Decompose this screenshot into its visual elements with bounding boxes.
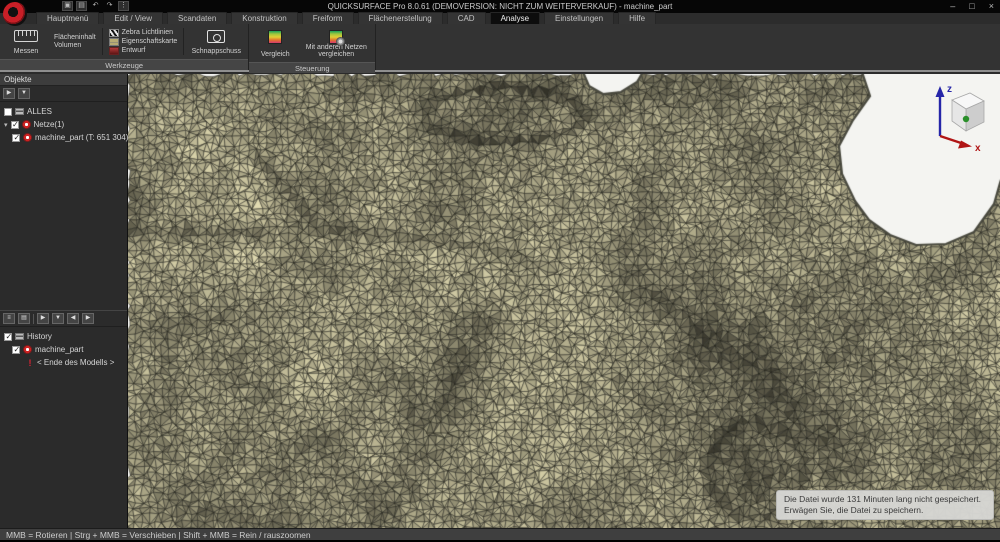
objects-tree: ALLES Netze(1) machine_part (T: 651 304) — [0, 102, 127, 144]
eigenschaftskarte-label: Eigenschaftskarte — [122, 38, 178, 45]
model-end-label: < Ende des Modells > — [37, 358, 114, 367]
history-item-model-end[interactable]: < Ende des Modells > — [0, 356, 127, 369]
z-axis-label: z — [947, 84, 952, 95]
mouse-hints-text: MMB = Rotieren | Strg + MMB = Verschiebe… — [6, 530, 311, 540]
history-machine-part-checkbox[interactable] — [12, 346, 20, 354]
status-bar: MMB = Rotieren | Strg + MMB = Verschiebe… — [0, 528, 1000, 542]
zebra-stripes-icon — [109, 29, 119, 37]
objects-panel-title: Objekte — [0, 74, 127, 86]
messen-button[interactable]: Messen — [3, 26, 49, 57]
more-options-icon[interactable] — [118, 1, 129, 11]
flaecheninhalt-label: Flächeninhalt — [54, 34, 96, 41]
run-icon[interactable] — [3, 88, 15, 99]
list-view-icon[interactable] — [3, 313, 15, 324]
open-icon[interactable] — [76, 1, 87, 11]
notification-line2: Erwägen Sie, die Datei zu speichern. — [784, 505, 986, 516]
tree-item-machine-part[interactable]: machine_part (T: 651 304) — [0, 131, 127, 144]
mit-anderen-netzen-vergleichen-button[interactable]: Mit anderen Netzen vergleichen — [300, 26, 372, 60]
entwurf-button[interactable]: Entwurf — [108, 47, 179, 55]
mesh-canvas[interactable] — [128, 74, 1000, 528]
camera-icon — [207, 30, 225, 43]
model-end-marker-icon — [26, 358, 34, 368]
filter-icon[interactable] — [18, 88, 30, 99]
chevron-down-icon[interactable] — [4, 120, 8, 129]
draft-icon — [109, 47, 119, 55]
left-sidebar: Objekte ALLES Netze(1) — [0, 74, 128, 528]
skip-to-start-icon[interactable] — [67, 313, 79, 324]
notification-line1: Die Datei wurde 131 Minuten lang nicht g… — [784, 494, 986, 505]
skip-to-end-icon[interactable] — [82, 313, 94, 324]
alles-checkbox[interactable] — [4, 108, 12, 116]
compare-gradient-icon — [268, 30, 282, 44]
history-panel-toolbar — [0, 311, 127, 327]
history-machine-part-label: machine_part — [35, 345, 83, 354]
history-filter-icon[interactable] — [52, 313, 64, 324]
group-label-steuerung: Steuerung — [249, 62, 375, 73]
schnappschuss-button[interactable]: Schnappschuss — [187, 26, 245, 57]
redo-icon[interactable] — [104, 1, 115, 11]
close-button[interactable]: × — [989, 1, 994, 11]
objects-panel: Objekte ALLES Netze(1) — [0, 74, 127, 310]
3d-viewport[interactable]: z x Die Datei wurde 131 Minuten lang nic… — [128, 74, 1000, 528]
ruler-icon — [14, 30, 38, 42]
history-root[interactable]: History — [0, 330, 127, 343]
window-title: QUICKSURFACE Pro 8.0.61 (DEMOVERSION: NI… — [0, 2, 1000, 11]
machine-part-label: machine_part (T: 651 304) — [35, 133, 128, 142]
zebra-label: Zebra Lichtlinien — [122, 29, 173, 36]
ribbon-toolbar: Messen Flächeninhalt Volumen Zebra Licht… — [0, 24, 1000, 72]
replay-icon[interactable] — [37, 313, 49, 324]
mesh-gear-icon — [22, 120, 31, 129]
quick-access-toolbar — [62, 1, 129, 11]
maximize-button[interactable]: □ — [969, 1, 974, 11]
compare-meshes-gradient-gear-icon — [329, 30, 343, 44]
volumen-label: Volumen — [54, 42, 81, 49]
window-controls: – □ × — [950, 1, 994, 11]
mesh-gear-icon — [23, 133, 32, 142]
objects-panel-toolbar — [0, 86, 127, 102]
ribbon-group-steuerung: Vergleich Mit anderen Netzen vergleichen… — [249, 24, 376, 70]
mesh-gear-icon — [23, 345, 32, 354]
schnappschuss-label: Schnappschuss — [192, 48, 241, 55]
property-map-icon — [109, 38, 119, 46]
layers-icon — [15, 108, 24, 115]
mit-anderen-label: Mit anderen Netzen vergleichen — [302, 44, 370, 58]
vergleich-label: Vergleich — [261, 51, 290, 58]
entwurf-label: Entwurf — [122, 47, 146, 54]
main-content: Objekte ALLES Netze(1) — [0, 74, 1000, 528]
history-tree: History machine_part < Ende des Modells … — [0, 327, 127, 369]
netze-checkbox[interactable] — [11, 121, 19, 129]
flaecheninhalt-button[interactable]: Flächeninhalt — [53, 34, 97, 41]
minimize-button[interactable]: – — [950, 1, 955, 11]
history-label: History — [27, 332, 52, 341]
history-icon — [15, 333, 24, 340]
eigenschaftskarte-button[interactable]: Eigenschaftskarte — [108, 38, 179, 46]
volumen-button[interactable]: Volumen — [53, 42, 97, 49]
netze-label: Netze(1) — [34, 120, 65, 129]
alles-label: ALLES — [27, 107, 52, 116]
application-window: QUICKSURFACE Pro 8.0.61 (DEMOVERSION: NI… — [0, 0, 1000, 542]
group-label-werkzeuge: Werkzeuge — [0, 59, 248, 70]
history-checkbox[interactable] — [4, 333, 12, 341]
menu-bar: Hauptmenü Edit / View Scandaten Konstruk… — [0, 13, 1000, 24]
x-axis-label: x — [975, 143, 981, 152]
unsaved-file-notification: Die Datei wurde 131 Minuten lang nicht g… — [776, 490, 994, 520]
undo-icon[interactable] — [90, 1, 101, 11]
app-logo-icon — [3, 2, 27, 26]
y-axis-dot-icon — [963, 116, 969, 122]
save-icon[interactable] — [62, 1, 73, 11]
ribbon-group-werkzeuge: Messen Flächeninhalt Volumen Zebra Licht… — [0, 24, 249, 70]
history-item-machine-part[interactable]: machine_part — [0, 343, 127, 356]
messen-label: Messen — [14, 48, 39, 55]
tree-item-alles[interactable]: ALLES — [0, 105, 127, 118]
navigation-cube[interactable]: z x — [918, 78, 988, 152]
tree-view-icon[interactable] — [18, 313, 30, 324]
machine-part-checkbox[interactable] — [12, 134, 20, 142]
tree-item-netze[interactable]: Netze(1) — [0, 118, 127, 131]
zebra-lichtlinien-button[interactable]: Zebra Lichtlinien — [108, 29, 179, 37]
vergleich-button[interactable]: Vergleich — [252, 26, 298, 60]
history-panel: History machine_part < Ende des Modells … — [0, 310, 127, 528]
